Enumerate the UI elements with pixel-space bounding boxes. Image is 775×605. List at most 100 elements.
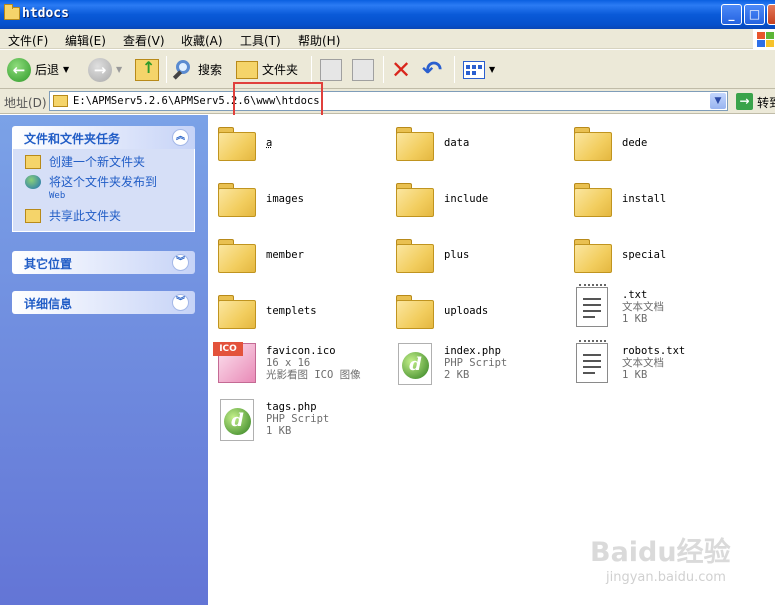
address-dropdown-button[interactable]: ▼ bbox=[710, 93, 726, 109]
folder-name: a bbox=[266, 137, 273, 149]
file-item[interactable]: ICO favicon.ico 16 x 16 光影看图 ICO 图像 bbox=[208, 339, 386, 395]
go-arrow-icon[interactable]: → bbox=[736, 93, 753, 110]
php-script-icon: d bbox=[398, 343, 432, 385]
address-input[interactable]: E:\APMServ5.2.6\APMServ5.2.6\www\htdocs … bbox=[49, 91, 728, 111]
menu-favorites[interactable]: 收藏(A) bbox=[181, 32, 223, 49]
back-button[interactable]: ← 后退 ▼ bbox=[7, 54, 69, 85]
folder-item[interactable]: dede bbox=[564, 115, 742, 171]
other-places-title: 其它位置 bbox=[24, 257, 73, 271]
task-new-folder[interactable]: 创建一个新文件夹 bbox=[23, 155, 186, 169]
share-folder-icon bbox=[25, 209, 41, 223]
file-type: 文本文档 bbox=[622, 357, 664, 369]
dropdown-arrow-icon[interactable]: ▼ bbox=[116, 65, 122, 74]
folder-name: install bbox=[622, 193, 667, 205]
menu-help[interactable]: 帮助(H) bbox=[298, 32, 340, 49]
search-label: 搜索 bbox=[198, 63, 223, 77]
menu-view[interactable]: 查看(V) bbox=[123, 32, 165, 49]
folders-icon bbox=[236, 60, 258, 79]
folder-icon bbox=[574, 239, 612, 273]
folders-button[interactable]: 文件夹 bbox=[236, 54, 298, 85]
tasks-panel-title: 文件和文件夹任务 bbox=[24, 132, 121, 146]
folder-name: plus bbox=[444, 249, 470, 261]
back-arrow-icon: ← bbox=[7, 57, 31, 82]
folder-name: data bbox=[444, 137, 470, 149]
tasks-panel-body: 创建一个新文件夹 将这个文件夹发布到 Web 共享此文件夹 bbox=[12, 149, 195, 232]
details-title: 详细信息 bbox=[24, 297, 73, 311]
menu-edit[interactable]: 编辑(E) bbox=[65, 32, 106, 49]
file-name: tags.php bbox=[266, 401, 317, 413]
folder-icon bbox=[574, 127, 612, 161]
file-type: 文本文档 bbox=[622, 301, 664, 313]
toolbar: ← 后退 ▼ → ▼ ↑ 搜索 文件夹 ✕ ↶ ▼ bbox=[0, 50, 775, 89]
watermark-logo: Baidu经验 bbox=[590, 537, 731, 568]
file-details: robots.txt 文本文档 1 KB bbox=[622, 345, 685, 381]
folder-item[interactable]: uploads bbox=[386, 283, 564, 339]
maximize-button[interactable]: □ bbox=[744, 4, 765, 25]
task-share-folder[interactable]: 共享此文件夹 bbox=[23, 209, 186, 223]
minimize-button[interactable]: _ bbox=[721, 4, 742, 25]
file-name: index.php bbox=[444, 345, 501, 357]
expand-chevron-icon[interactable]: ︾ bbox=[172, 254, 189, 271]
file-details: .txt 文本文档 1 KB bbox=[622, 289, 664, 325]
folder-icon bbox=[574, 183, 612, 217]
folder-item[interactable]: templets bbox=[208, 283, 386, 339]
folder-item[interactable]: data bbox=[386, 115, 564, 171]
copy-to-button[interactable] bbox=[352, 54, 374, 85]
folder-item[interactable]: a bbox=[208, 115, 386, 171]
views-button[interactable]: ▼ bbox=[463, 54, 495, 85]
folder-item[interactable]: include bbox=[386, 171, 564, 227]
folder-item[interactable]: special bbox=[564, 227, 742, 283]
folder-item[interactable]: plus bbox=[386, 227, 564, 283]
tasks-panel-header[interactable]: 文件和文件夹任务 ︽ bbox=[12, 126, 195, 149]
toolbar-separator bbox=[383, 56, 384, 83]
title-bar[interactable]: htdocs _ □ bbox=[0, 0, 775, 29]
file-item[interactable]: d index.php PHP Script 2 KB bbox=[386, 339, 564, 395]
go-button[interactable]: 转到 bbox=[757, 94, 775, 111]
undo-icon: ↶ bbox=[422, 55, 443, 84]
folder-icon bbox=[218, 295, 256, 329]
file-item[interactable]: d tags.php PHP Script 1 KB bbox=[208, 395, 386, 451]
windows-logo-icon bbox=[753, 29, 775, 49]
folder-item[interactable]: member bbox=[208, 227, 386, 283]
close-button[interactable] bbox=[767, 4, 775, 25]
up-folder-button[interactable]: ↑ bbox=[135, 54, 159, 85]
folder-icon bbox=[396, 239, 434, 273]
menu-tools[interactable]: 工具(T) bbox=[240, 32, 281, 49]
collapse-chevron-icon[interactable]: ︽ bbox=[172, 129, 189, 146]
file-details: tags.php PHP Script 1 KB bbox=[266, 401, 329, 437]
file-size: 1 KB bbox=[622, 369, 648, 381]
file-name: .txt bbox=[622, 289, 648, 301]
other-places-header[interactable]: 其它位置 ︾ bbox=[12, 251, 195, 274]
search-button[interactable]: 搜索 bbox=[172, 54, 222, 85]
details-header[interactable]: 详细信息 ︾ bbox=[12, 291, 195, 314]
folder-icon bbox=[396, 127, 434, 161]
forward-button[interactable]: → ▼ bbox=[88, 54, 122, 85]
menu-file[interactable]: 文件(F) bbox=[8, 32, 48, 49]
address-label: 地址(D) bbox=[4, 96, 47, 110]
undo-button[interactable]: ↶ bbox=[422, 54, 442, 85]
other-places-panel: 其它位置 ︾ bbox=[12, 251, 195, 274]
task-publish-web[interactable]: 将这个文件夹发布到 Web bbox=[23, 175, 186, 203]
expand-chevron-icon[interactable]: ︾ bbox=[172, 294, 189, 311]
toolbar-separator bbox=[311, 56, 312, 83]
folder-name: member bbox=[266, 249, 304, 261]
file-size: 1 KB bbox=[266, 425, 292, 437]
ico-image-icon: ICO bbox=[213, 342, 256, 383]
delete-button[interactable]: ✕ bbox=[391, 54, 411, 85]
dropdown-arrow-icon[interactable]: ▼ bbox=[489, 65, 495, 74]
folder-name: images bbox=[266, 193, 304, 205]
file-size: 2 KB bbox=[444, 369, 470, 381]
folder-icon bbox=[53, 95, 68, 107]
publish-web-icon bbox=[25, 175, 41, 189]
folder-icon bbox=[396, 183, 434, 217]
task-sublabel: Web bbox=[49, 191, 66, 201]
file-item[interactable]: robots.txt 文本文档 1 KB bbox=[564, 339, 742, 395]
dropdown-arrow-icon[interactable]: ▼ bbox=[63, 65, 69, 74]
folder-icon bbox=[218, 127, 256, 161]
folder-item[interactable]: images bbox=[208, 171, 386, 227]
folder-item[interactable]: install bbox=[564, 171, 742, 227]
move-to-button[interactable] bbox=[320, 54, 342, 85]
file-item[interactable]: .txt 文本文档 1 KB bbox=[564, 283, 742, 339]
watermark: Baidu经验 jingyan.baidu.com bbox=[590, 520, 731, 590]
folder-name: templets bbox=[266, 305, 317, 317]
